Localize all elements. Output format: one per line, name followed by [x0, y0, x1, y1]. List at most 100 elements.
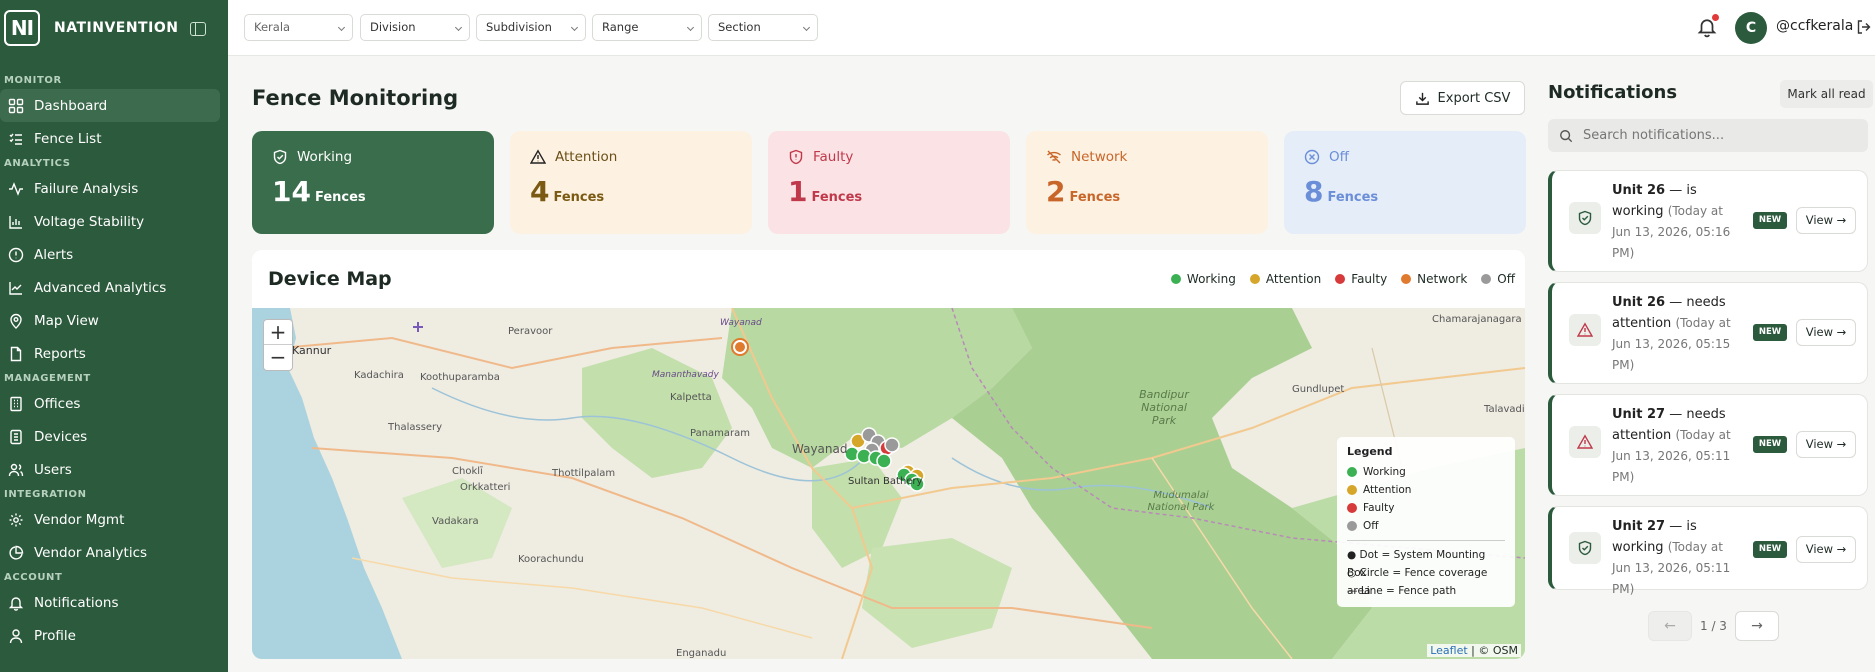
stat-label: Working — [297, 149, 353, 165]
range-select-value: Range — [602, 20, 639, 34]
legend-label: Network — [1417, 272, 1468, 286]
sidebar-item-failure-analysis[interactable]: Failure Analysis — [0, 172, 220, 205]
stat-card-working[interactable]: Working 14 Fences — [252, 131, 494, 234]
place-label: Mudumalai National Park — [1147, 490, 1215, 513]
view-button[interactable]: View → — [1796, 431, 1856, 458]
stat-unit: Fences — [1069, 190, 1121, 205]
place-label: Chamarajanagara — [1432, 314, 1522, 325]
sidebar-item-offices[interactable]: Offices — [0, 387, 220, 420]
notification-unit: Unit 27 — [1612, 407, 1666, 422]
section-select[interactable]: Section — [708, 14, 818, 41]
bell-icon — [8, 596, 24, 611]
sidebar-item-profile[interactable]: Profile — [0, 619, 220, 652]
notification-item[interactable]: Unit 27 — is working (Today at Jun 13, 2… — [1548, 506, 1868, 596]
stat-card-faulty[interactable]: Faulty 1 Fences — [768, 131, 1010, 234]
stat-unit: Fences — [1327, 190, 1379, 205]
place-label: Wayanad — [720, 318, 762, 328]
sidebar-item-alerts[interactable]: Alerts — [0, 238, 220, 271]
legend-label: Attention — [1363, 484, 1412, 496]
logout-icon[interactable] — [1856, 19, 1872, 35]
list-icon — [9, 133, 22, 145]
mark-all-read-button[interactable]: Mark all read — [1780, 80, 1873, 108]
legend-item: Off — [1347, 517, 1505, 535]
sidebar-item-reports[interactable]: Reports — [0, 337, 220, 370]
legend-label: Working — [1186, 272, 1236, 286]
file-icon — [10, 346, 22, 361]
notification-dot — [1712, 14, 1719, 21]
notifications-panel: Notifications Mark all read Unit 26 — is… — [1540, 56, 1875, 672]
notification-item[interactable]: Unit 26 — needs attention (Today at Jun … — [1548, 282, 1868, 384]
legend-item: Attention — [1347, 481, 1505, 499]
range-select[interactable]: Range — [592, 14, 702, 41]
sidebar-item-notifications[interactable]: Notifications — [0, 586, 220, 619]
place-label: Thottilpalam — [552, 468, 616, 479]
sidebar-item-voltage-stability[interactable]: Voltage Stability — [0, 205, 220, 238]
section-integration: INTEGRATION — [4, 489, 87, 500]
state-select[interactable]: Kerala — [244, 14, 353, 41]
search-input[interactable] — [1583, 119, 1853, 152]
notification-unit: Unit 27 — [1612, 519, 1666, 534]
place-label: Talavadi — [1484, 404, 1525, 415]
next-page-button[interactable]: → — [1734, 611, 1779, 641]
building-icon — [10, 396, 22, 411]
prev-page-button[interactable]: ← — [1648, 611, 1692, 641]
legend-label: Faulty — [1351, 272, 1388, 286]
legend-label: Faulty — [1363, 502, 1395, 514]
division-select[interactable]: Division — [360, 14, 470, 41]
map-canvas[interactable]: Kannur Peravoor Wayanad Kadachira Koothu… — [252, 308, 1525, 659]
legend-item: Network — [1401, 272, 1467, 286]
stat-count: 2 — [1046, 175, 1066, 208]
avatar[interactable]: C — [1735, 12, 1767, 44]
subdivision-select[interactable]: Subdivision — [476, 14, 586, 41]
sidebar-item-vendor-analytics[interactable]: Vendor Analytics — [0, 536, 220, 569]
chevron-down-icon — [337, 23, 346, 32]
sidebar-item-vendor-mgmt[interactable]: Vendor Mgmt — [0, 503, 220, 536]
sidebar-item-fence-list[interactable]: Fence List — [0, 122, 220, 155]
map-attribution: Leaflet | © OSM — [1427, 644, 1521, 657]
brand-name: NATINVENTION — [54, 20, 179, 36]
place-label: Koothuparamba — [420, 372, 500, 383]
sidebar-item-label: Offices — [34, 395, 81, 412]
stat-card-off[interactable]: Off 8 Fences — [1284, 131, 1526, 234]
stat-count: 8 — [1304, 175, 1324, 208]
sidebar-toggle-icon[interactable] — [190, 22, 206, 36]
legend-note: ● Dot = System Mounting Box — [1347, 549, 1486, 579]
new-badge: NEW — [1753, 212, 1787, 229]
sidebar-item-users[interactable]: Users — [0, 453, 220, 486]
pie-chart-icon — [9, 545, 24, 560]
device-map-panel: Device Map Working Attention Faulty Netw… — [252, 250, 1525, 659]
notification-text: Unit 26 — is working (Today at Jun 13, 2… — [1612, 181, 1740, 264]
leaflet-link[interactable]: Leaflet — [1430, 644, 1467, 657]
zoom-out-button[interactable]: − — [264, 345, 292, 370]
notification-bell-icon[interactable] — [1697, 14, 1719, 38]
legend-swatch — [1401, 274, 1412, 284]
stat-card-attention[interactable]: Attention 4 Fences — [510, 131, 752, 234]
notification-item[interactable]: Unit 26 — is working (Today at Jun 13, 2… — [1548, 170, 1868, 272]
sidebar-item-label: Notifications — [34, 594, 119, 611]
sidebar-item-devices[interactable]: Devices — [0, 420, 220, 453]
sidebar-item-advanced-analytics[interactable]: Advanced Analytics — [0, 271, 220, 304]
view-button[interactable]: View → — [1796, 207, 1856, 234]
export-csv-button[interactable]: Export CSV — [1400, 81, 1525, 115]
legend-swatch — [1347, 521, 1357, 531]
legend-swatch — [1335, 274, 1346, 284]
map-title: Device Map — [268, 268, 392, 290]
view-button[interactable]: View → — [1796, 319, 1856, 346]
wifi-off-icon — [1047, 150, 1061, 164]
stat-card-network[interactable]: Network 2 Fences — [1026, 131, 1268, 234]
x-circle-icon — [1304, 149, 1320, 165]
sidebar-item-dashboard[interactable]: Dashboard — [0, 89, 220, 122]
settings-icon — [9, 513, 23, 526]
legend-label: Working — [1363, 466, 1406, 478]
user-name[interactable]: @ccfkerala — [1776, 18, 1853, 34]
sidebar-item-label: Vendor Analytics — [34, 544, 148, 561]
view-button[interactable]: View → — [1796, 536, 1856, 563]
section-account: ACCOUNT — [4, 572, 63, 583]
sidebar-item-label: Devices — [34, 428, 88, 445]
warning-triangle-icon — [530, 149, 546, 164]
legend-swatch — [1481, 274, 1492, 284]
zoom-in-button[interactable]: + — [264, 320, 292, 345]
sidebar-item-map-view[interactable]: Map View — [0, 304, 220, 337]
notification-item[interactable]: Unit 27 — needs attention (Today at Jun … — [1548, 394, 1868, 496]
brand-logo: NI — [4, 10, 40, 46]
